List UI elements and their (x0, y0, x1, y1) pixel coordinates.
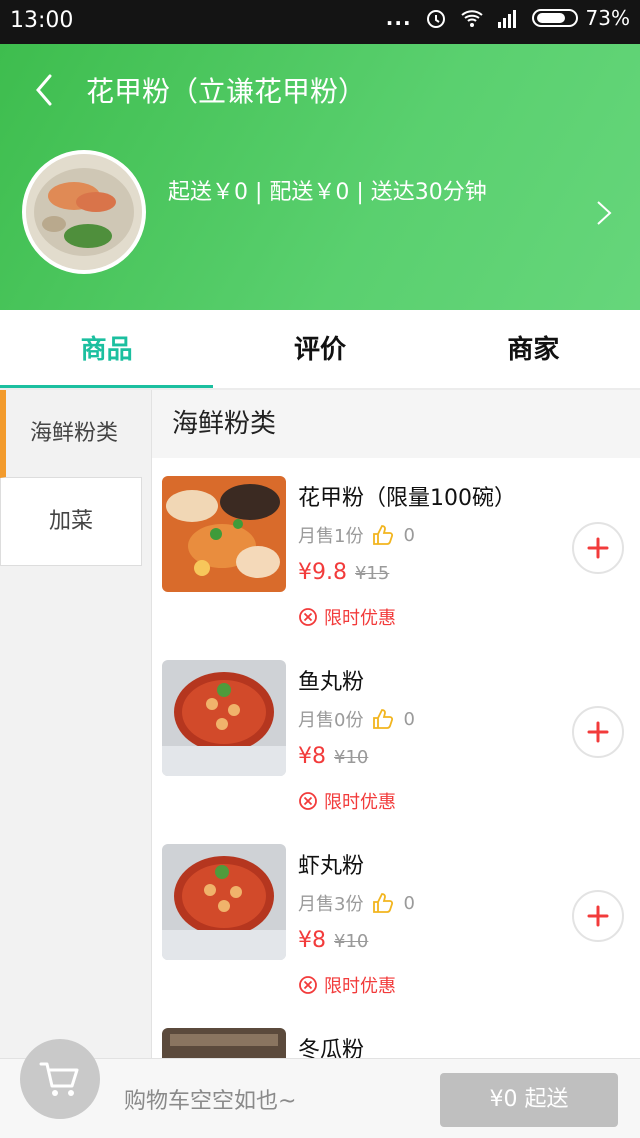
current-price: ¥8 (298, 928, 326, 953)
product-sold: 月售0份 0 (298, 706, 415, 732)
category-list: 海鲜粉类 加菜 (0, 390, 152, 1058)
product-image (162, 844, 286, 960)
original-price: ¥15 (354, 563, 390, 584)
sold-count: 月售0份 (298, 710, 364, 731)
promo-text: 限时优惠 (324, 608, 396, 629)
product-image (162, 660, 286, 776)
sold-count: 月售1份 (298, 526, 364, 547)
status-dots: ... (385, 6, 412, 30)
tab-products[interactable]: 商品 (0, 310, 214, 390)
cart-bar: 购物车空空如也~ ¥0 起送 (0, 1039, 640, 1138)
cart-button[interactable] (20, 1039, 100, 1119)
add-button[interactable] (572, 890, 624, 942)
promo-badge: 限时优惠 (298, 604, 396, 630)
shop-logo (22, 150, 146, 274)
promo-badge: 限时优惠 (298, 972, 396, 998)
checkout-button[interactable]: ¥0 起送 (440, 1073, 618, 1127)
wifi-icon (460, 10, 483, 27)
tab-bar: 商品 评价 商家 (0, 310, 640, 390)
current-price: ¥8 (298, 744, 326, 769)
status-bar: 13:00 ... 73% (0, 0, 640, 44)
current-price: ¥9.8 (298, 560, 347, 585)
status-time: 13:00 (10, 8, 74, 33)
thumb-up-icon (373, 709, 394, 729)
product-image (162, 476, 286, 592)
sold-count: 月售3份 (298, 894, 364, 915)
like-count: 0 (403, 892, 415, 914)
battery: 73% (531, 6, 630, 30)
product-sold: 月售1份 0 (298, 522, 415, 548)
chevron-right-icon[interactable] (594, 198, 614, 228)
like-count: 0 (403, 524, 415, 546)
alarm-icon (426, 10, 445, 28)
promo-icon (299, 976, 317, 994)
list-item: 冬瓜粉 (152, 1010, 640, 1058)
plus-icon (587, 537, 609, 559)
plus-icon (587, 905, 609, 927)
product-name: 虾丸粉 (298, 854, 365, 879)
product-sold: 月售3份 0 (298, 890, 415, 916)
product-image (162, 1028, 286, 1058)
promo-text: 限时优惠 (324, 792, 396, 813)
list-item: 鱼丸粉 月售0份 0 ¥8 ¥10 限时优惠 (152, 642, 640, 826)
shop-header: 花甲粉（立谦花甲粉） 起送￥0 | 配送￥0 | 送达30分钟 (0, 44, 640, 310)
promo-icon (299, 792, 317, 810)
tab-merchant[interactable]: 商家 (427, 310, 640, 390)
tab-reviews[interactable]: 评价 (213, 310, 426, 390)
add-button[interactable] (572, 706, 624, 758)
list-item: 虾丸粉 月售3份 0 ¥8 ¥10 限时优惠 (152, 826, 640, 1010)
add-button[interactable] (572, 522, 624, 574)
promo-icon (299, 608, 317, 626)
category-item-seafood[interactable]: 海鲜粉类 (0, 390, 142, 478)
list-item: 花甲粉（限量100碗） 月售1份 0 ¥9.8 ¥15 限时优惠 (152, 458, 640, 642)
product-name: 冬瓜粉 (298, 1038, 365, 1058)
product-name: 花甲粉（限量100碗） (298, 486, 516, 511)
promo-text: 限时优惠 (324, 976, 396, 997)
cart-empty-text: 购物车空空如也~ (124, 1089, 297, 1114)
shop-delivery-info: 起送￥0 | 配送￥0 | 送达30分钟 (168, 180, 487, 205)
product-list: 海鲜粉类 花甲粉（限量100碗） 月售1份 0 ¥9.8 ¥15 限时优惠 鱼丸… (152, 390, 640, 1058)
product-name: 鱼丸粉 (298, 670, 365, 695)
battery-icon (531, 9, 578, 27)
battery-percent: 73% (585, 6, 630, 30)
cart-icon (39, 1062, 79, 1096)
thumb-up-icon (373, 525, 394, 545)
back-icon[interactable] (28, 68, 64, 112)
product-price: ¥8 ¥10 (298, 928, 368, 953)
product-price: ¥8 ¥10 (298, 744, 368, 769)
section-title: 海鲜粉类 (152, 390, 640, 458)
page-title: 花甲粉（立谦花甲粉） (86, 75, 367, 108)
original-price: ¥10 (334, 931, 369, 952)
status-right: ... 73% (386, 6, 630, 30)
like-count: 0 (403, 708, 415, 730)
plus-icon (587, 721, 609, 743)
category-item-extras[interactable]: 加菜 (0, 478, 142, 566)
thumb-up-icon (373, 893, 394, 913)
signal-icon (497, 10, 516, 28)
promo-badge: 限时优惠 (298, 788, 396, 814)
product-price: ¥9.8 ¥15 (298, 560, 389, 585)
original-price: ¥10 (334, 747, 369, 768)
